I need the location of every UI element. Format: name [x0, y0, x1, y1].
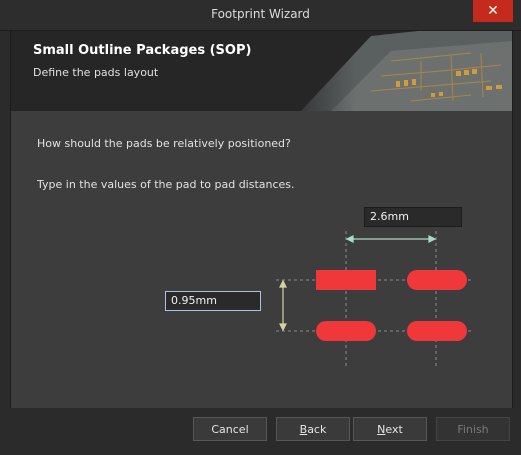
- horizontal-distance-input[interactable]: [364, 207, 462, 227]
- header-banner: Small Outline Packages (SOP) Define the …: [11, 31, 512, 111]
- vertical-distance-input[interactable]: [165, 291, 261, 311]
- pad-rounded: [316, 321, 376, 341]
- banner-title: Small Outline Packages (SOP): [33, 43, 252, 58]
- finish-button: Finish: [436, 417, 510, 441]
- cancel-button[interactable]: Cancel: [193, 417, 267, 441]
- banner-subtitle: Define the pads layout: [33, 66, 159, 79]
- vertical-dimension: [279, 279, 287, 332]
- pad-rounded: [407, 270, 467, 290]
- pad-rounded: [407, 321, 467, 341]
- pcb-banner-image: [271, 31, 512, 111]
- pad-layout-diagram: [276, 231, 471, 366]
- pad-1-rect: [316, 270, 376, 290]
- window-title: Footprint Wizard: [211, 7, 310, 21]
- question-distances: Type in the values of the pad to pad dis…: [37, 178, 295, 191]
- close-icon: ✕: [487, 3, 499, 19]
- back-button[interactable]: Back: [276, 417, 350, 441]
- question-positioning: How should the pads be relatively positi…: [37, 137, 291, 150]
- wizard-panel: Small Outline Packages (SOP) Define the …: [10, 30, 513, 409]
- button-bar: Cancel Back Next Finish: [0, 408, 521, 455]
- next-label: ext: [385, 423, 403, 436]
- horizontal-dimension: [345, 235, 437, 243]
- back-label: ack: [307, 423, 327, 436]
- title-bar: Footprint Wizard ✕: [0, 0, 521, 31]
- next-button[interactable]: Next: [353, 417, 427, 441]
- close-button[interactable]: ✕: [473, 0, 513, 22]
